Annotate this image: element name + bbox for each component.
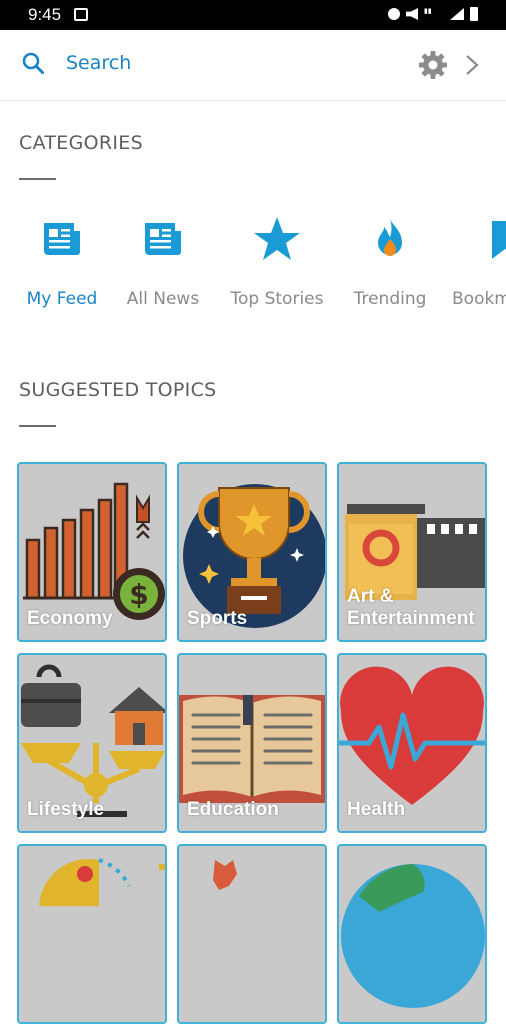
topic-tile-sports[interactable]: Sports (177, 462, 327, 642)
battery-icon (470, 7, 478, 21)
category-my-feed[interactable]: My Feed (22, 215, 102, 309)
science-illustration (39, 858, 165, 906)
mute-icon (406, 8, 418, 20)
gear-icon[interactable] (418, 50, 448, 80)
topic-tile-partial-3[interactable] (337, 844, 487, 1024)
topic-tile-partial-2[interactable] (177, 844, 327, 1024)
signal-icon (450, 8, 464, 20)
topic-label: Health (347, 799, 406, 820)
status-time: 9:45 (28, 5, 62, 24)
suggested-topics-heading: SUGGESTED TOPICS (19, 379, 217, 401)
category-top-stories[interactable]: Top Stories (226, 215, 328, 309)
news-feed-icon (44, 223, 80, 255)
map-illustration (213, 860, 237, 890)
svg-text:$: $ (129, 578, 148, 611)
topic-label: Lifestyle (27, 799, 105, 820)
search-input[interactable]: Search (66, 52, 131, 74)
topic-tile-health[interactable]: Health (337, 653, 487, 833)
topic-tile-art-entertainment[interactable]: Art & Entertainment (337, 462, 487, 642)
categories-heading: CATEGORIES (19, 132, 143, 154)
volte-icon: ▮▮ (424, 7, 432, 15)
chevron-right-icon[interactable] (464, 53, 480, 77)
suggested-topics-divider (19, 425, 56, 427)
status-bar: 9:45 ▮▮ (0, 0, 506, 30)
category-label: Bookm (452, 289, 506, 309)
category-label: All News (126, 289, 200, 309)
alarm-icon (388, 8, 400, 20)
topic-label: Sports (187, 608, 248, 629)
bookmark-icon (492, 221, 506, 259)
category-all-news[interactable]: All News (120, 215, 206, 309)
flame-icon (378, 219, 402, 256)
topic-tile-partial-1[interactable] (17, 844, 167, 1024)
search-icon[interactable] (22, 52, 44, 74)
category-trending[interactable]: Trending (348, 215, 432, 309)
topic-tile-lifestyle[interactable]: Lifestyle (17, 653, 167, 833)
system-icons: ▮▮ (388, 7, 478, 21)
newspaper-icon (145, 223, 181, 255)
star-icon (254, 217, 300, 260)
topic-label: Art & Entertainment (347, 586, 475, 629)
notification-icon (74, 8, 88, 21)
topic-label: Education (187, 799, 279, 820)
categories-divider (19, 178, 56, 180)
category-label: Trending (353, 289, 427, 309)
globe-illustration (341, 864, 485, 1008)
topic-label: Economy (27, 608, 113, 629)
search-bar[interactable]: Search (0, 30, 506, 101)
topic-tile-economy[interactable]: $ Economy (17, 462, 167, 642)
category-bookmarks[interactable]: Bookm (452, 215, 506, 309)
category-label: Top Stories (230, 289, 324, 309)
category-label: My Feed (26, 289, 98, 309)
topic-tile-education[interactable]: Education (177, 653, 327, 833)
